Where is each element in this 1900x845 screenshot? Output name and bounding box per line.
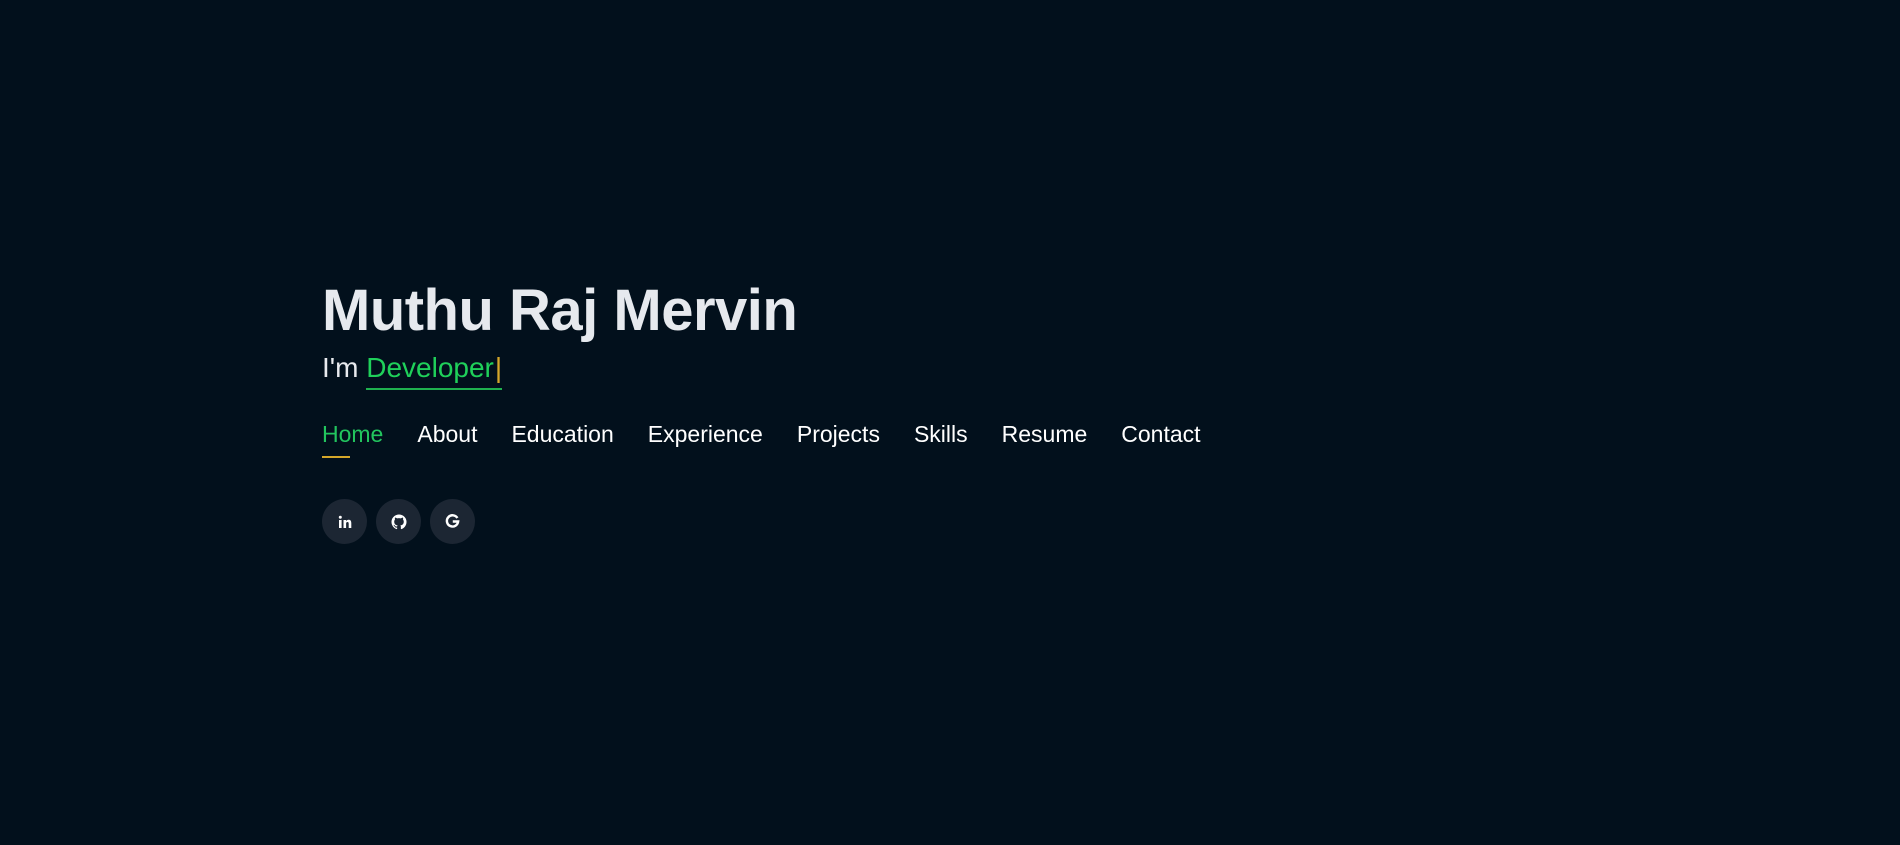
hero-name: Muthu Raj Mervin: [322, 278, 798, 343]
linkedin-icon: [338, 515, 351, 528]
github-button[interactable]: [376, 499, 421, 544]
hero-section: Muthu Raj Mervin I'm Developer| Home Abo…: [322, 276, 1322, 544]
social-links: [322, 499, 1322, 544]
tagline-prefix: I'm: [322, 352, 359, 383]
google-icon: [445, 514, 460, 528]
google-button[interactable]: [430, 499, 475, 544]
main-nav: Home About Education Experience Projects…: [322, 414, 1322, 458]
linkedin-button[interactable]: [322, 499, 367, 544]
nav-item-contact[interactable]: Contact: [1121, 418, 1200, 450]
nav-item-experience[interactable]: Experience: [648, 418, 763, 450]
typing-cursor: |: [494, 352, 503, 383]
nav-item-home[interactable]: Home: [322, 418, 383, 458]
nav-item-skills[interactable]: Skills: [914, 418, 968, 450]
hero-tagline: I'm Developer|: [322, 346, 1322, 390]
nav-item-resume[interactable]: Resume: [1002, 418, 1088, 450]
typed-role-text: Developer|: [366, 350, 503, 390]
typed-role-label: Developer: [366, 352, 494, 383]
github-icon: [390, 514, 407, 529]
nav-item-about[interactable]: About: [417, 418, 477, 450]
nav-item-education[interactable]: Education: [511, 418, 613, 450]
nav-item-projects[interactable]: Projects: [797, 418, 880, 450]
